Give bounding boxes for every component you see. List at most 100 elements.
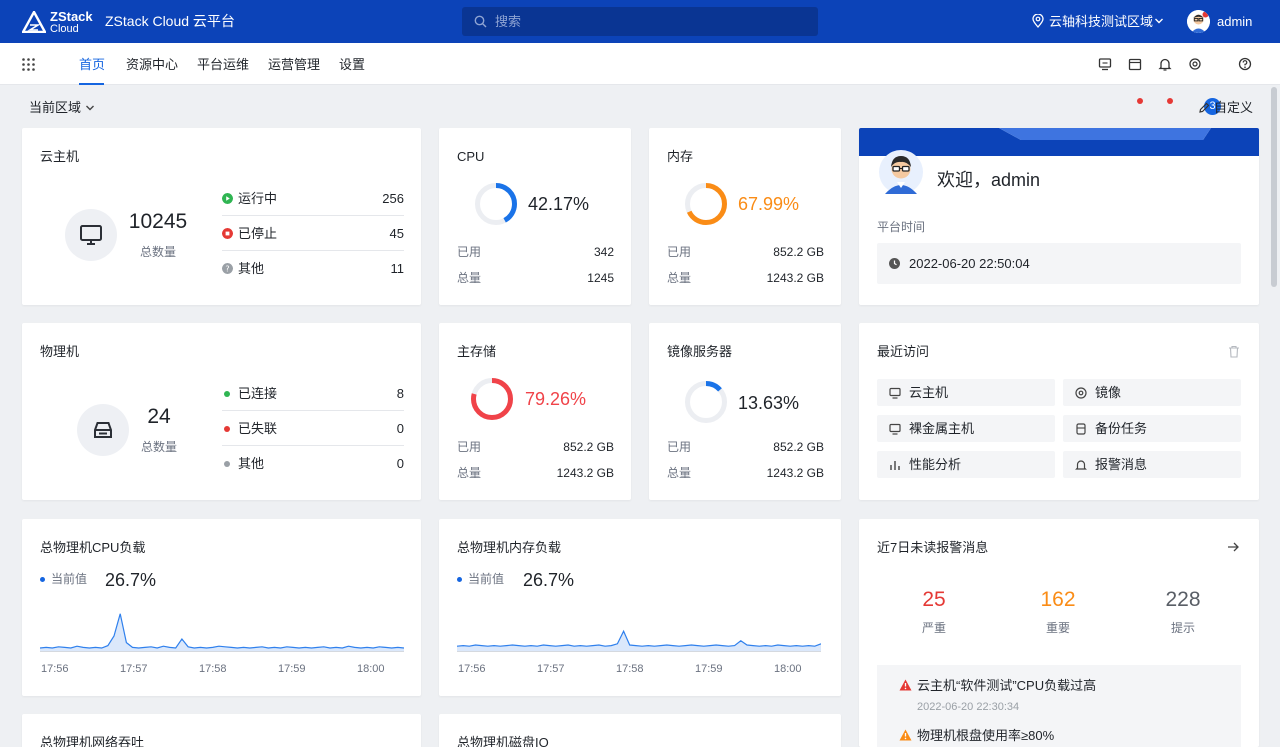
recent-item-label: 性能分析 xyxy=(909,457,962,472)
recent-item-performance[interactable]: 性能分析 xyxy=(877,451,1055,478)
screen-icon[interactable] xyxy=(1098,57,1112,71)
used-label: 已用 xyxy=(457,245,482,259)
page-scrollbar[interactable] xyxy=(1271,87,1277,287)
vm-icon-circle xyxy=(65,209,117,261)
other-status-dot xyxy=(224,461,230,467)
edit-icon xyxy=(1199,102,1210,113)
vm-status-running[interactable]: 运行中 256 xyxy=(222,181,404,216)
host-icon-circle xyxy=(77,404,129,456)
alarm-item-text: 云主机“软件测试”CPU负载过高 xyxy=(917,678,1097,693)
x-tick-label: 17:58 xyxy=(616,663,644,675)
recent-item-alarm[interactable]: 报警消息 xyxy=(1063,451,1241,478)
alarm-list: 云主机“软件测试”CPU负载过高 2022-06-20 22:30:34 物理机… xyxy=(877,665,1241,747)
question-icon: ? xyxy=(222,263,233,274)
x-tick-label: 17:56 xyxy=(41,663,69,675)
username[interactable]: admin xyxy=(1217,13,1252,30)
mem-load-chart[interactable] xyxy=(457,589,821,659)
mem-load-title: 总物理机内存负载 xyxy=(457,540,562,555)
nav-resource-center[interactable]: 资源中心 xyxy=(126,56,178,73)
cpu-load-chart[interactable] xyxy=(40,589,404,659)
chevron-down-icon xyxy=(86,105,94,111)
nav-operations-mgmt[interactable]: 运营管理 xyxy=(268,56,320,73)
alarm-info-count[interactable]: 228 xyxy=(1143,587,1223,613)
cpu-card-title: CPU xyxy=(457,149,485,164)
primary-storage-percent: 79.26% xyxy=(525,389,587,409)
image-server-total-value: 1243.2 GB xyxy=(766,466,824,480)
host-other-label: 其他 xyxy=(238,456,265,471)
alarm-critical-count[interactable]: 25 xyxy=(894,587,974,613)
used-label: 已用 xyxy=(457,440,482,454)
recent-access-title: 最近访问 xyxy=(877,344,930,359)
platform-time-box: 2022-06-20 22:50:04 xyxy=(877,243,1241,284)
arrow-right-icon[interactable] xyxy=(1227,541,1240,553)
zstack-logo[interactable]: ZStack Cloud xyxy=(22,8,94,36)
x-tick-label: 17:56 xyxy=(458,663,486,675)
vm-total: 10245 xyxy=(128,210,188,233)
disconnected-status-dot xyxy=(224,426,230,432)
mem-load-current: 26.7% xyxy=(523,570,575,590)
recent-item-vm[interactable]: 云主机 xyxy=(877,379,1055,406)
host-status-other[interactable]: 其他 0 xyxy=(222,446,404,481)
warning-icon xyxy=(899,729,912,741)
legend-dot xyxy=(40,577,45,582)
nav-active-indicator xyxy=(79,83,104,85)
host-status-connected[interactable]: 已连接 8 xyxy=(222,376,404,411)
vm-running-label: 运行中 xyxy=(238,191,278,206)
memory-donut xyxy=(685,183,727,225)
region-filter[interactable]: 当前区域 xyxy=(29,99,94,116)
recent-item-label: 镜像 xyxy=(1095,385,1122,400)
welcome-avatar xyxy=(879,150,923,194)
bell-icon[interactable] xyxy=(1158,57,1172,71)
disk-io-card: 总物理机磁盘IO xyxy=(439,714,841,747)
region-name: 云轴科技测试区域 xyxy=(1049,14,1154,29)
used-label: 已用 xyxy=(667,440,692,454)
primary-storage-total-value: 1243.2 GB xyxy=(556,466,614,480)
avatar-icon xyxy=(1187,10,1210,33)
alarm-critical-label: 严重 xyxy=(921,621,946,635)
settings-sync-icon[interactable] xyxy=(1188,57,1202,71)
recent-item-backup[interactable]: 备份任务 xyxy=(1063,415,1241,442)
cpu-percent: 42.17% xyxy=(528,194,590,214)
app-grid-icon[interactable] xyxy=(22,58,35,71)
nav-settings[interactable]: 设置 xyxy=(339,56,365,73)
vm-status-stopped[interactable]: 已停止 45 xyxy=(222,216,404,251)
nav-home[interactable]: 首页 xyxy=(79,56,105,73)
clock-icon xyxy=(889,258,900,269)
mem-load-card: 总物理机内存负载 当前值 26.7% 17:56 17:57 17:58 17:… xyxy=(439,519,841,696)
legend-dot xyxy=(457,577,462,582)
primary-storage-donut xyxy=(471,378,513,420)
recent-item-image[interactable]: 镜像 xyxy=(1063,379,1241,406)
primary-storage-total-row: 总量 1243.2 GB xyxy=(457,465,614,481)
bar-chart-icon xyxy=(890,461,900,470)
user-avatar[interactable] xyxy=(1187,10,1210,33)
image-server-card: 镜像服务器 13.63% 已用 852.2 GB 总量 1243.2 GB xyxy=(649,323,841,500)
total-label: 总量 xyxy=(457,271,482,285)
disc-icon xyxy=(1075,387,1087,399)
search-placeholder: 搜索 xyxy=(495,14,522,29)
alarm-major-label: 重要 xyxy=(1045,621,1070,635)
warning-icon xyxy=(899,679,912,691)
nav-platform-ops[interactable]: 平台运维 xyxy=(197,56,249,73)
help-icon[interactable] xyxy=(1238,57,1252,71)
vm-status-other[interactable]: ? 其他 11 xyxy=(222,251,404,286)
memory-used-row: 已用 852.2 GB xyxy=(667,244,824,260)
x-tick-label: 17:57 xyxy=(537,663,565,675)
search-input[interactable]: 搜索 xyxy=(462,7,818,36)
memory-card: 内存 67.99% 已用 852.2 GB 总量 1243.2 GB xyxy=(649,128,841,305)
disk-io-title: 总物理机磁盘IO xyxy=(457,735,549,747)
alarm-major-count[interactable]: 162 xyxy=(1018,587,1098,613)
cpu-card: CPU 42.17% 已用 342 总量 1245 xyxy=(439,128,631,305)
stop-icon xyxy=(222,228,233,239)
main-nav: 首页 资源中心 平台运维 运营管理 设置 3 xyxy=(0,43,1280,115)
welcome-greeting: 欢迎，admin xyxy=(937,170,1041,190)
host-disconnected-value: 0 xyxy=(396,421,404,436)
recent-item-baremetal[interactable]: 裸金属主机 xyxy=(877,415,1055,442)
calendar-icon[interactable] xyxy=(1128,57,1142,71)
cpu-total-value: 1245 xyxy=(587,271,614,285)
vm-other-value: 11 xyxy=(390,261,405,276)
total-label: 总量 xyxy=(667,466,692,480)
trash-icon[interactable] xyxy=(1228,345,1240,358)
alarm-summary-card: 近7日未读报警消息 25 严重 162 重要 228 提示 云主机“软件测试”C… xyxy=(859,519,1259,747)
host-status-disconnected[interactable]: 已失联 0 xyxy=(222,411,404,446)
x-tick-label: 18:00 xyxy=(357,663,385,675)
